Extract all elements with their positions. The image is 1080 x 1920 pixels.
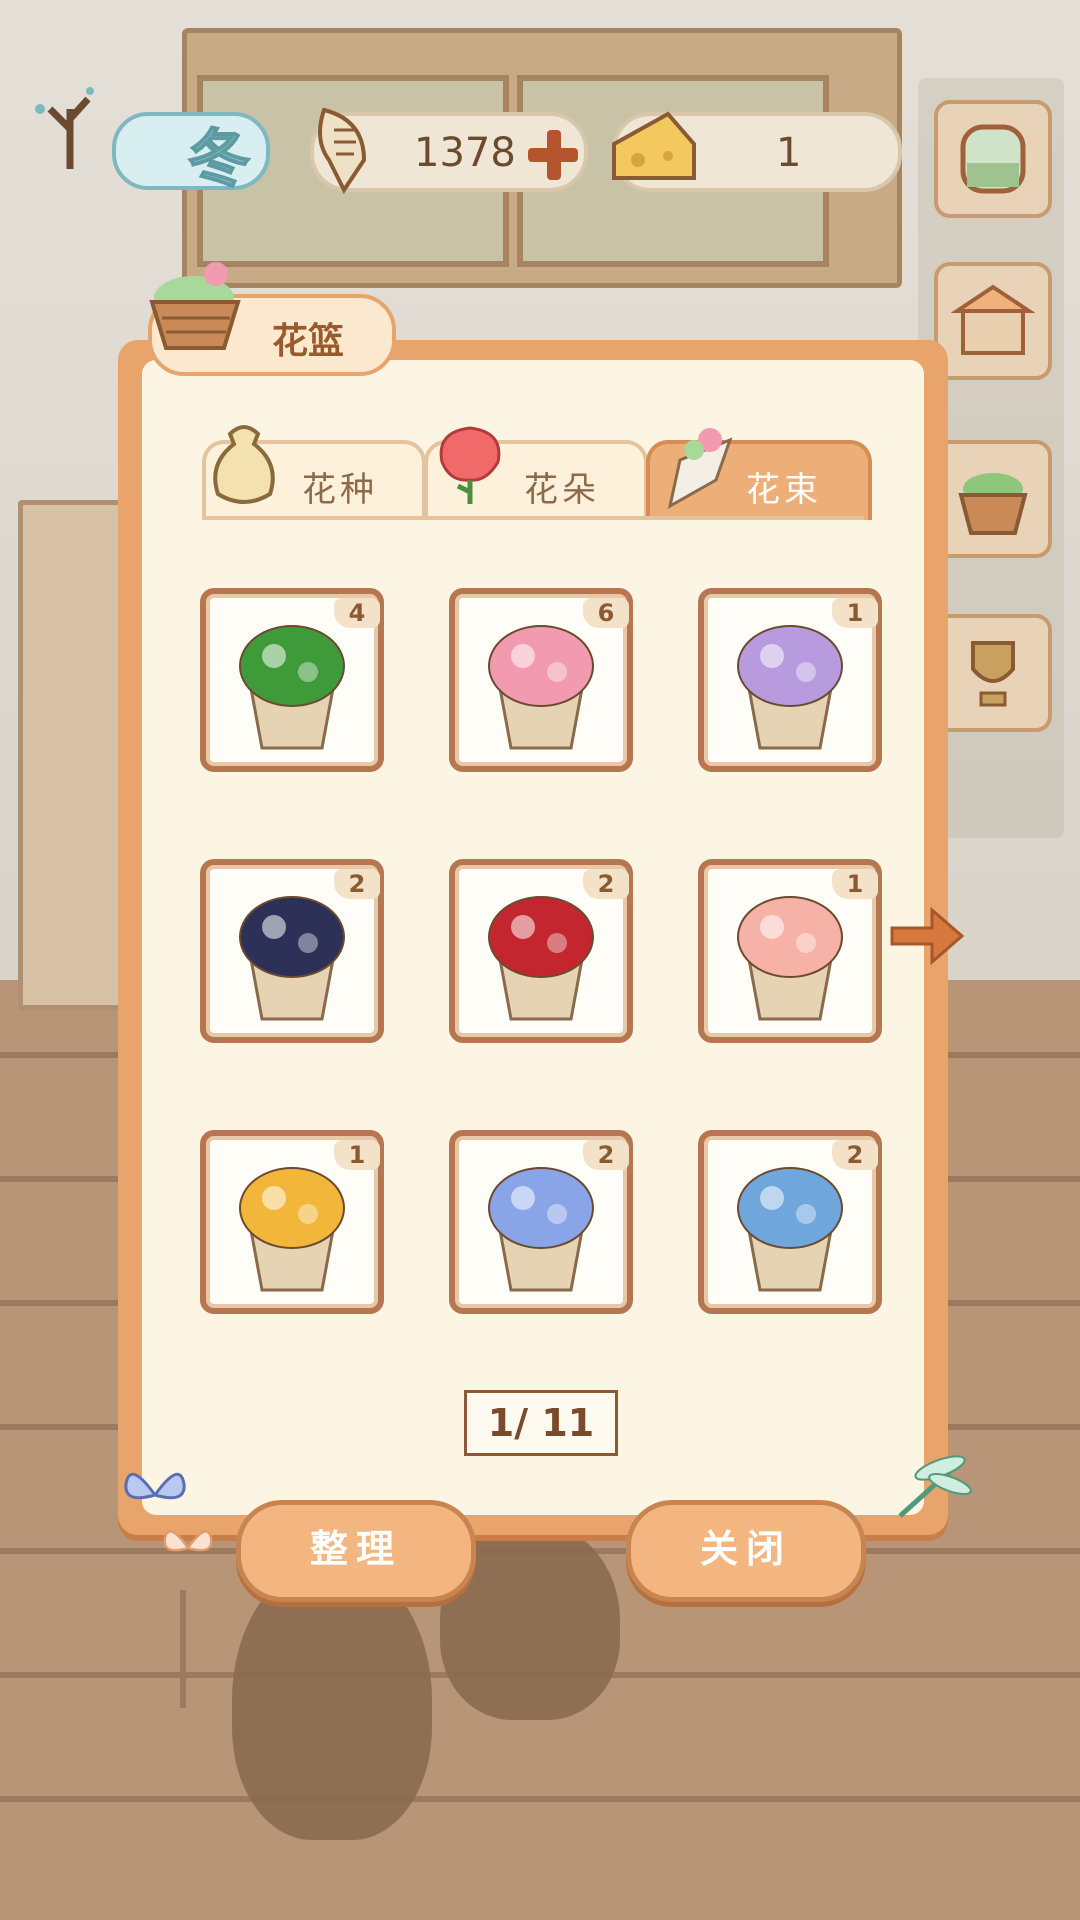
bouquet-slot[interactable]: 2 bbox=[449, 859, 633, 1043]
seed-bag-icon bbox=[213, 425, 275, 504]
item-count-badge: 2 bbox=[334, 869, 380, 899]
sort-button[interactable]: 整理 bbox=[236, 1500, 476, 1602]
navy-bouquet-icon bbox=[239, 896, 345, 1021]
window-view-button[interactable] bbox=[934, 100, 1052, 218]
item-count-badge: 1 bbox=[832, 598, 878, 628]
item-count-badge: 2 bbox=[583, 869, 629, 899]
rose-icon bbox=[439, 426, 501, 504]
fishbone-icon bbox=[318, 107, 367, 194]
yellow-bouquet-icon bbox=[239, 1167, 345, 1292]
season-indicator: 冬 bbox=[20, 60, 270, 196]
dragonfly-icon bbox=[898, 1455, 972, 1518]
green-bouquet-icon bbox=[239, 625, 345, 750]
tab-label: 花种 bbox=[302, 470, 378, 510]
bouquet-slot[interactable]: 4 bbox=[200, 588, 384, 772]
bouquet-slot[interactable]: 1 bbox=[698, 859, 882, 1043]
item-count-badge: 2 bbox=[832, 1140, 878, 1170]
bouquet-slot[interactable]: 1 bbox=[698, 588, 882, 772]
fish-currency-value: 1378 bbox=[414, 130, 516, 176]
flower-basket-button[interactable] bbox=[934, 440, 1052, 558]
tab-label: 花朵 bbox=[524, 470, 600, 510]
pink-bouquet-icon bbox=[488, 625, 594, 750]
item-count-badge: 6 bbox=[583, 598, 629, 628]
close-button[interactable]: 关闭 bbox=[626, 1500, 866, 1602]
bouquet-slot[interactable]: 1 bbox=[200, 1130, 384, 1314]
bouquet-slot[interactable]: 6 bbox=[449, 588, 633, 772]
panel-title: 花篮 bbox=[272, 321, 345, 362]
rabbit-npc bbox=[232, 1560, 432, 1840]
add-currency-button[interactable] bbox=[528, 130, 578, 180]
lily-bouquet-icon bbox=[488, 1167, 594, 1292]
tabs-divider bbox=[202, 516, 864, 520]
trophy-icon bbox=[971, 641, 1015, 707]
pastel-bouquet-icon bbox=[737, 896, 843, 1021]
trophy-button[interactable] bbox=[934, 614, 1052, 732]
tab-label: 花束 bbox=[746, 470, 822, 510]
item-count-badge: 2 bbox=[583, 1140, 629, 1170]
item-count-badge: 1 bbox=[832, 869, 878, 899]
basket-bouquet-icon bbox=[737, 625, 843, 750]
snowy-tree-icon bbox=[35, 87, 94, 169]
window-icon bbox=[960, 124, 1026, 194]
item-count-badge: 4 bbox=[334, 598, 380, 628]
page-indicator: 1/ 11 bbox=[464, 1390, 618, 1456]
shop-stall-icon bbox=[951, 284, 1035, 355]
butterfly-icon bbox=[163, 1530, 213, 1552]
next-page-arrow-icon[interactable] bbox=[886, 896, 966, 976]
cheese-icon bbox=[612, 111, 696, 180]
season-label: 冬 bbox=[187, 121, 251, 196]
cheese-currency-value: 1 bbox=[776, 130, 802, 176]
bouquet-slot[interactable]: 2 bbox=[200, 859, 384, 1043]
hydrangea-pot-icon bbox=[737, 1167, 843, 1292]
red-rose-bouquet-icon bbox=[488, 896, 594, 1021]
flower-basket-icon bbox=[149, 262, 241, 350]
bouquet-slot[interactable]: 2 bbox=[449, 1130, 633, 1314]
basket-icon bbox=[958, 473, 1028, 535]
bouquet-icon bbox=[667, 428, 733, 509]
shop-stall-button[interactable] bbox=[934, 262, 1052, 380]
bouquet-slot[interactable]: 2 bbox=[698, 1130, 882, 1314]
item-count-badge: 1 bbox=[334, 1140, 380, 1170]
